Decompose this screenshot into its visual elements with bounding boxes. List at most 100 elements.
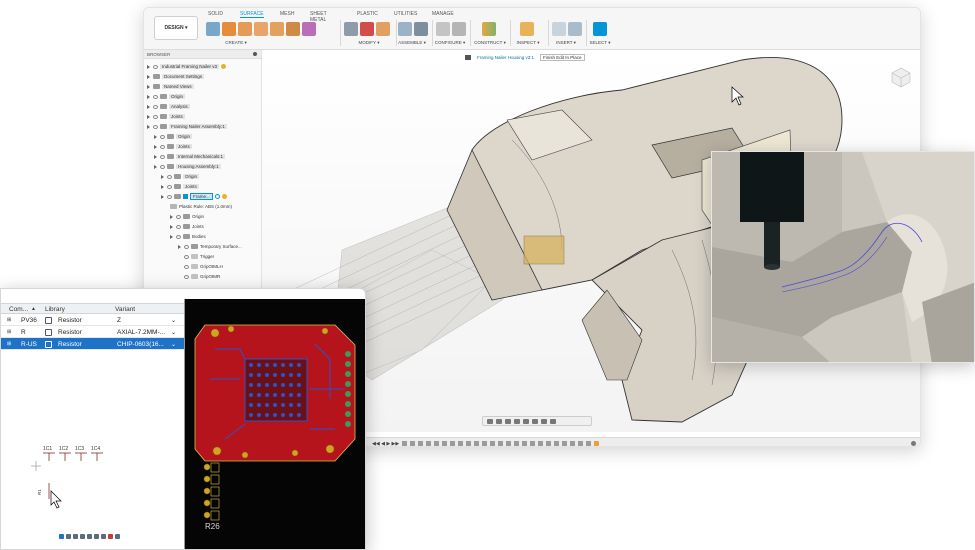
insert-mesh-icon[interactable] <box>552 22 566 36</box>
visibility-eye-icon[interactable] <box>176 234 181 239</box>
tree-item-trigger[interactable]: Trigger <box>184 252 214 261</box>
component-variant[interactable]: AXIAL-7.2MM-... <box>117 329 165 336</box>
pcb-board[interactable]: R26 <box>185 299 366 550</box>
assemble-group[interactable]: ASSEMBLE ▾ <box>394 22 430 48</box>
visibility-eye-icon[interactable] <box>184 254 189 259</box>
visibility-eye-icon[interactable] <box>153 94 158 99</box>
browser-pin-icon[interactable] <box>253 52 257 56</box>
surface-tools-group[interactable] <box>270 22 332 48</box>
expand-caret-icon[interactable] <box>147 64 151 69</box>
expand-caret-icon[interactable] <box>170 214 174 219</box>
undo-icon[interactable] <box>94 534 99 539</box>
zoom-select-icon[interactable] <box>87 534 92 539</box>
tab-plastic[interactable]: PLASTIC <box>357 11 378 17</box>
tree-item-internal-mechanicals[interactable]: Internal Mechanicals:1 <box>154 152 226 161</box>
variant-dropdown-icon[interactable]: ⌄ <box>171 317 176 324</box>
expand-caret-icon[interactable] <box>161 174 165 179</box>
visibility-eye-icon[interactable] <box>184 274 189 279</box>
stop-icon[interactable] <box>108 534 113 539</box>
zoom-icon[interactable] <box>514 418 520 424</box>
tree-item-analysis[interactable]: Analysis <box>147 102 190 111</box>
collapse-caret-icon[interactable] <box>170 234 174 239</box>
visibility-eye-icon[interactable] <box>160 134 165 139</box>
expand-caret-icon[interactable] <box>147 94 151 99</box>
tree-item-grip-right[interactable]: GripOtMR <box>184 272 220 281</box>
column-header-variant[interactable]: Variant <box>115 306 135 313</box>
measure-icon[interactable] <box>520 22 534 36</box>
sketch-icon[interactable] <box>206 22 220 36</box>
tree-item-origin[interactable]: Origin <box>170 212 204 221</box>
grid-settings-icon[interactable] <box>541 418 547 424</box>
tree-item-document-settings[interactable]: Document Settings <box>147 72 205 81</box>
expand-caret-icon[interactable] <box>147 104 151 109</box>
table-row[interactable]: ⊞ R Resistor AXIAL-7.2MM-... ⌄ <box>1 326 184 338</box>
expand-caret-icon[interactable] <box>170 224 174 229</box>
tree-item-named-views[interactable]: Named Views <box>147 82 194 91</box>
tree-item-joints[interactable]: Joints <box>147 112 185 121</box>
visibility-eye-icon[interactable] <box>176 224 181 229</box>
visibility-eye-icon[interactable] <box>153 104 158 109</box>
look-at-icon[interactable] <box>496 418 502 424</box>
component-variant[interactable]: CHIP-0603(16... <box>117 341 164 348</box>
visibility-eye-icon[interactable] <box>160 144 165 149</box>
visibility-eye-icon[interactable] <box>160 154 165 159</box>
inspect-group[interactable]: INSPECT ▾ <box>510 22 546 48</box>
tree-item-root[interactable]: Industrial Framing Nailer v3 <box>147 62 227 71</box>
zoom-out-icon[interactable] <box>73 534 78 539</box>
schematic-canvas[interactable]: 1C1 1C2 1C3 1C4 R1 <box>31 439 171 529</box>
orbit-icon[interactable] <box>487 418 493 424</box>
visibility-eye-icon[interactable] <box>184 264 189 269</box>
select-group[interactable]: SELECT ▾ <box>584 22 616 48</box>
view-cube-icon[interactable] <box>890 66 912 88</box>
create-group[interactable]: CREATE ▾ <box>206 22 268 48</box>
configure-rule-icon[interactable] <box>452 22 466 36</box>
visibility-eye-icon[interactable] <box>184 244 189 249</box>
visibility-eye-icon[interactable] <box>153 124 158 129</box>
table-row-selected[interactable]: ⊞ R-US Resistor CHIP-0603(16... ⌄ <box>1 338 184 350</box>
expand-caret-icon[interactable] <box>178 244 182 249</box>
tree-item-bodies[interactable]: Bodies <box>170 232 206 241</box>
tree-item-housing-assembly[interactable]: Housing Assembly:1 <box>154 162 221 171</box>
configure-table-icon[interactable] <box>436 22 450 36</box>
variant-dropdown-icon[interactable]: ⌄ <box>171 341 176 348</box>
tree-item-joints[interactable]: Joints <box>161 182 199 191</box>
zoom-in-icon[interactable] <box>66 534 71 539</box>
workspace-switcher-button[interactable]: DESIGN ▾ <box>154 16 198 40</box>
visibility-eye-icon[interactable] <box>167 184 172 189</box>
timeline-settings-icon[interactable] <box>911 441 916 446</box>
tree-item-origin[interactable]: Origin <box>154 132 193 141</box>
offset-plane-icon[interactable] <box>482 22 496 36</box>
tree-item-temporary-surface[interactable]: Temporary Surface... <box>178 242 242 251</box>
table-row[interactable]: ⊞ PV36 Resistor Z ⌄ <box>1 314 184 326</box>
sweep-icon[interactable] <box>254 22 268 36</box>
extrude-icon[interactable] <box>222 22 236 36</box>
tree-item-frame-active[interactable]: Frame... <box>161 192 227 201</box>
zoom-fit-icon[interactable] <box>80 534 85 539</box>
active-radio-icon[interactable] <box>214 194 220 199</box>
expand-caret-icon[interactable] <box>147 74 151 79</box>
timeline-playback-icon[interactable]: ◀◀ ◀ ▶ ▶▶ <box>372 441 399 446</box>
pan-icon[interactable] <box>505 418 511 424</box>
new-component-icon[interactable] <box>398 22 412 36</box>
display-settings-icon[interactable] <box>532 418 538 424</box>
visibility-eye-icon[interactable] <box>167 174 172 179</box>
stitch-icon[interactable] <box>376 22 390 36</box>
tab-solid[interactable]: SOLID <box>208 11 223 17</box>
tab-utilities[interactable]: UTILITIES <box>394 11 417 17</box>
patch-icon[interactable] <box>270 22 284 36</box>
insert-svg-icon[interactable] <box>568 22 582 36</box>
component-variant[interactable]: Z <box>117 317 121 324</box>
visibility-eye-icon[interactable] <box>176 214 181 219</box>
collapse-caret-icon[interactable] <box>161 194 165 199</box>
grid-icon[interactable] <box>115 534 120 539</box>
viewports-icon[interactable] <box>550 418 556 424</box>
tab-manage[interactable]: MANAGE <box>432 11 454 17</box>
tree-item-grip-left[interactable]: GripOtMLH <box>184 262 223 271</box>
tab-surface[interactable]: SURFACE <box>240 11 264 18</box>
configure-group[interactable]: CONFIGURE ▾ <box>432 22 468 48</box>
tree-item-joints[interactable]: Joints <box>154 142 192 151</box>
boundary-icon[interactable] <box>302 22 316 36</box>
expand-caret-icon[interactable] <box>154 154 158 159</box>
visibility-eye-icon[interactable] <box>153 114 158 119</box>
pcb-layout-canvas[interactable]: R26 <box>185 299 366 550</box>
